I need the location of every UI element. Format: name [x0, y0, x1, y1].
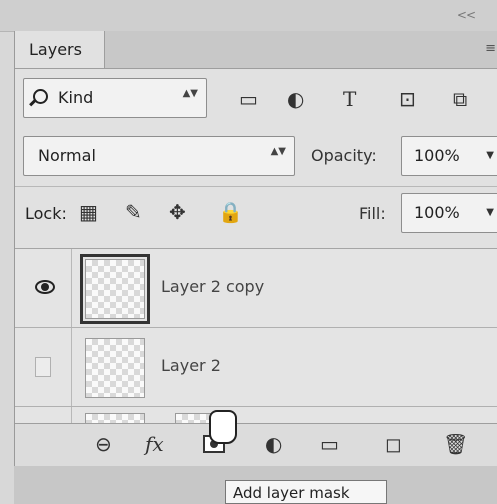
filter-icons: ▭ ◐ T ⊡ ⧉: [225, 83, 495, 113]
tooltip: Add layer mask: [225, 480, 387, 504]
opacity-field[interactable]: 100% ▼: [401, 136, 497, 176]
hand-cursor-icon: [209, 410, 237, 444]
image-filter-icon[interactable]: ▭: [239, 87, 258, 111]
layer-name: Layer 2 copy: [161, 277, 265, 296]
chevron-down-icon[interactable]: ▼: [486, 207, 494, 218]
layer-style-button[interactable]: fx: [145, 432, 164, 456]
type-filter-icon[interactable]: T: [343, 87, 356, 111]
fill-field[interactable]: 100% ▼: [401, 193, 497, 233]
layer-row[interactable]: Layer 2 copy: [15, 249, 497, 328]
layer-thumbnail: [85, 338, 145, 398]
layers-toolbar: ⊖ fx ◐ ▭ ◻ 🗑: [15, 423, 497, 467]
fill-label: Fill:: [359, 204, 386, 223]
lock-position-icon[interactable]: ✥: [169, 200, 186, 224]
adjustment-filter-icon[interactable]: ◐: [287, 87, 304, 111]
layer-row[interactable]: Layer 2: [15, 328, 497, 407]
shape-filter-icon[interactable]: ⊡: [399, 87, 416, 111]
eye-icon: [35, 280, 55, 294]
stepper-icon: ▲▼: [270, 146, 286, 157]
blend-mode-select[interactable]: Normal ▲▼: [23, 136, 295, 176]
search-icon: [33, 89, 48, 104]
layers-list: Layer 2 copy Layer 2: [15, 248, 497, 455]
lock-transparent-icon[interactable]: ▦: [79, 200, 98, 224]
opacity-value: 100%: [414, 146, 460, 165]
layer-name: Layer 2: [161, 356, 221, 375]
visibility-toggle[interactable]: [15, 249, 72, 327]
panel-menu-icon[interactable]: ≡: [485, 41, 496, 56]
new-layer-icon[interactable]: ◻: [385, 432, 402, 456]
blend-mode-value: Normal: [38, 146, 96, 165]
link-layers-icon[interactable]: ⊖: [95, 432, 112, 456]
lock-all-icon[interactable]: 🔒: [218, 200, 243, 224]
collapse-dock-icon[interactable]: <<: [457, 8, 476, 22]
fill-value: 100%: [414, 203, 460, 222]
filter-kind-select[interactable]: Kind ▲▼: [23, 78, 207, 118]
layer-thumbnail: [80, 254, 150, 324]
filter-kind-label: Kind: [58, 88, 94, 107]
divider: [15, 186, 497, 187]
tab-layers[interactable]: Layers: [15, 31, 105, 68]
smart-object-filter-icon[interactable]: ⧉: [453, 87, 467, 111]
chevron-down-icon[interactable]: ▼: [486, 150, 494, 161]
stepper-icon: ▲▼: [182, 88, 198, 99]
adjustment-layer-icon[interactable]: ◐: [265, 432, 282, 456]
new-group-icon[interactable]: ▭: [320, 432, 339, 456]
panel-dock-strip: <<: [0, 0, 497, 32]
lock-label: Lock:: [25, 204, 67, 223]
lock-brush-icon[interactable]: ✎: [125, 200, 142, 224]
delete-layer-icon[interactable]: 🗑: [443, 432, 468, 456]
tab-bar: Layers ≡: [15, 31, 497, 69]
hidden-eye-icon: [35, 357, 51, 377]
layers-panel: Layers ≡ Kind ▲▼ ▭ ◐ T ⊡ ⧉ Normal ▲▼ Opa…: [14, 31, 497, 504]
visibility-toggle[interactable]: [15, 328, 72, 406]
opacity-label: Opacity:: [311, 146, 377, 165]
